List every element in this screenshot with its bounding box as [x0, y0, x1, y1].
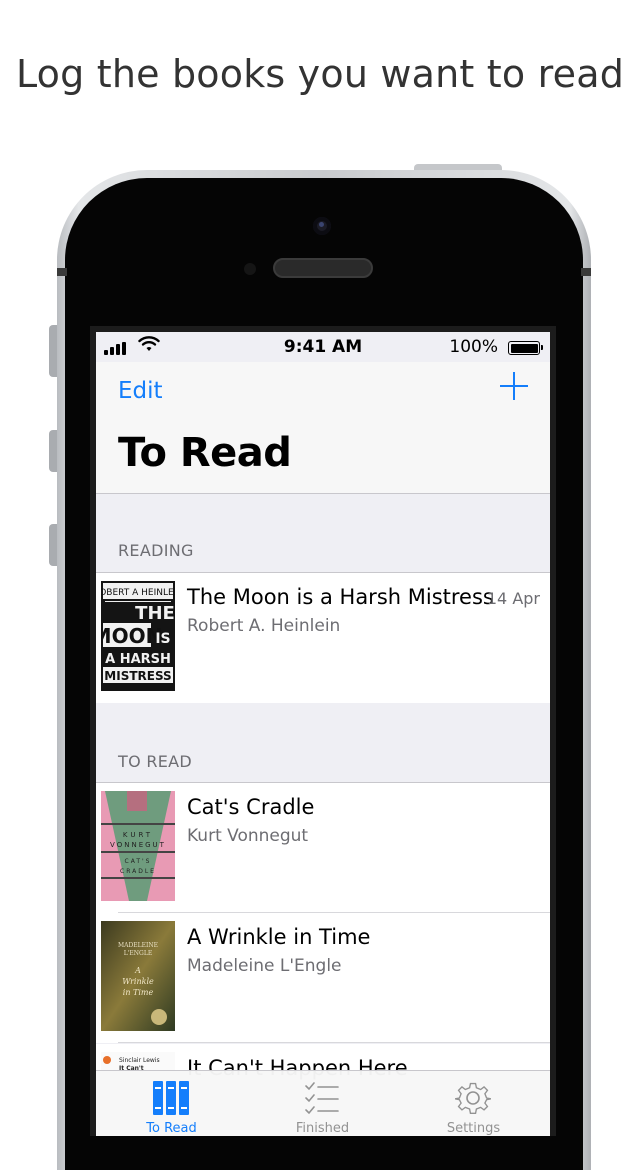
marketing-headline: Log the books you want to read [15, 52, 625, 96]
cover-text: IS [155, 631, 170, 647]
tab-label: Settings [446, 1121, 501, 1136]
cover-text: A [134, 966, 141, 975]
tab-settings[interactable]: Settings [398, 1071, 549, 1136]
battery-icon [508, 341, 543, 355]
book-title: Cat's Cradle [187, 795, 315, 819]
book-cover-moon-harsh-mistress: ROBERT A HEINLEIN THE MOON IS A HARSH MI… [101, 581, 175, 691]
book-date: 14 Apr [486, 589, 540, 608]
book-cover-wrinkle-in-time: MADELEINE L'ENGLE A Wrinkle in Time [101, 921, 175, 1031]
antenna-band [57, 268, 67, 276]
cover-text: in Time [123, 988, 154, 997]
tab-bar: To Read Finished Settings [96, 1070, 550, 1136]
book-cover-cats-cradle: KURT VONNEGUT CAT'S CRADLE [101, 791, 175, 901]
book-row[interactable]: ROBERT A HEINLEIN THE MOON IS A HARSH MI… [96, 572, 550, 703]
cover-text: Sinclair Lewis [119, 1057, 160, 1064]
cover-text: MOON [101, 624, 162, 648]
cover-text: KURT [123, 831, 153, 839]
book-row[interactable]: KURT VONNEGUT CAT'S CRADLE Cat's Cradle … [96, 782, 550, 913]
tab-label: To Read [146, 1121, 197, 1136]
cover-text: L'ENGLE [124, 950, 152, 957]
cover-text: CRADLE [120, 868, 156, 875]
plus-icon[interactable] [500, 372, 528, 400]
row-divider [118, 1042, 550, 1043]
cover-text: CAT'S [125, 858, 152, 865]
cover-text: ROBERT A HEINLEIN [101, 588, 175, 598]
cover-text: Wrinkle [122, 977, 154, 986]
page-title: To Read [118, 430, 292, 476]
battery-percentage: 100% [449, 337, 498, 357]
tab-label: Finished [295, 1121, 350, 1136]
tab-to-read[interactable]: To Read [96, 1071, 247, 1136]
edit-button[interactable]: Edit [118, 378, 163, 404]
navigation-bar: Edit To Read [96, 362, 550, 494]
cover-text: MADELEINE [118, 942, 158, 949]
cover-text: THE [135, 603, 175, 624]
section-header-to-read: TO READ [118, 752, 193, 771]
cover-text: A HARSH [105, 652, 171, 667]
book-title: A Wrinkle in Time [187, 925, 371, 949]
book-author: Robert A. Heinlein [187, 616, 341, 636]
book-row[interactable]: MADELEINE L'ENGLE A Wrinkle in Time A Wr… [96, 913, 550, 1043]
checklist-icon [305, 1082, 339, 1115]
section-header-reading: READING [118, 541, 194, 560]
book-author: Kurt Vonnegut [187, 826, 309, 846]
status-bar: 9:41 AM 100% [96, 332, 550, 362]
gear-icon [455, 1082, 491, 1114]
book-title: The Moon is a Harsh Mistress [187, 585, 494, 609]
front-camera [313, 217, 331, 235]
book-author: Madeleine L'Engle [187, 956, 342, 976]
books-icon [153, 1081, 189, 1115]
cover-text: MISTRESS [104, 669, 171, 683]
proximity-sensor [244, 263, 256, 275]
phone-screen: 9:41 AM 100% Edit To Read READING ROBERT… [96, 332, 550, 1136]
cover-text: VONNEGUT [110, 841, 166, 849]
antenna-band [581, 268, 591, 276]
tab-finished[interactable]: Finished [247, 1071, 398, 1136]
earpiece-speaker [273, 258, 373, 278]
